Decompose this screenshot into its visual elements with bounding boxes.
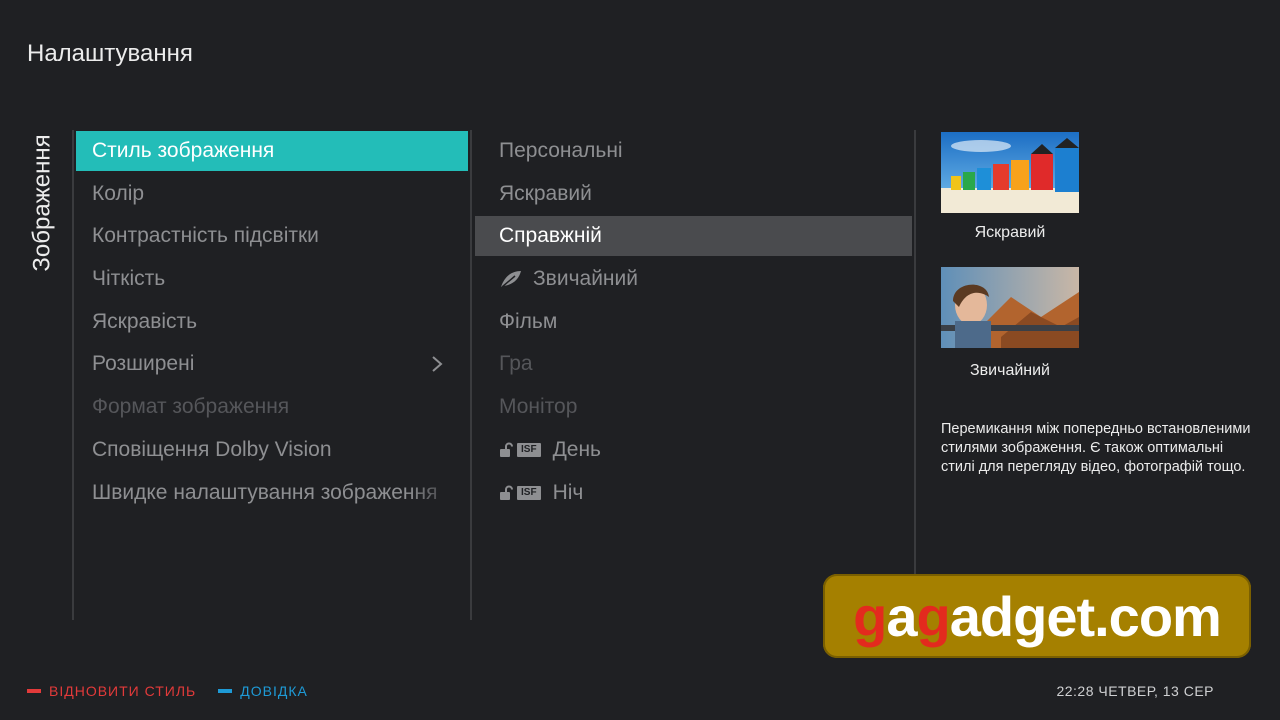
menu-item-advanced[interactable]: Розширені xyxy=(76,344,468,384)
style-options: Персональні Яскравий Справжній Звичайний… xyxy=(475,131,912,515)
menu-item-label: Швидке налаштування зображення xyxy=(92,480,438,504)
section-label-text: Зображення xyxy=(29,133,57,272)
option-label: Звичайний xyxy=(533,267,638,291)
watermark-part: g xyxy=(916,584,951,648)
watermark-part: a xyxy=(886,584,917,648)
option-day[interactable]: ISF День xyxy=(475,430,912,470)
menu-item-label: Розширені xyxy=(92,352,195,376)
watermark-part: adget.com xyxy=(949,584,1222,648)
option-personal[interactable]: Персональні xyxy=(475,131,912,171)
menu-item-dolby-vision-notification[interactable]: Сповіщення Dolby Vision xyxy=(76,430,468,470)
option-night[interactable]: ISF Ніч xyxy=(475,473,912,513)
option-movie[interactable]: Фільм xyxy=(475,302,912,342)
option-label: Персональні xyxy=(499,139,623,162)
isf-badge: ISF xyxy=(517,485,541,500)
menu-item-label: Стиль зображення xyxy=(92,139,275,162)
option-natural[interactable]: Справжній xyxy=(475,216,912,257)
menu-item-label: Контрастність підсвітки xyxy=(92,224,319,248)
divider-left xyxy=(72,130,74,620)
footer-actions: ВІДНОВИТИ СТИЛЬ ДОВІДКА xyxy=(27,683,330,699)
option-game: Гра xyxy=(475,344,912,384)
section-label: Зображення xyxy=(27,130,59,275)
menu-item-backlight-contrast[interactable]: Контрастність підсвітки xyxy=(76,216,468,256)
preview-caption-standard: Звичайний xyxy=(970,362,1050,379)
menu-item-label: Чіткість xyxy=(92,267,166,291)
option-standard[interactable]: Звичайний xyxy=(475,259,912,299)
chevron-right-icon xyxy=(432,356,443,373)
option-label: Яскравий xyxy=(499,181,592,205)
page-title: Налаштування xyxy=(27,40,193,67)
reset-style-button[interactable]: ВІДНОВИТИ СТИЛЬ xyxy=(27,683,196,699)
divider-middle xyxy=(470,130,472,620)
unlock-icon xyxy=(500,485,513,500)
menu-item-sharpness[interactable]: Чіткість xyxy=(76,259,468,299)
clock: 22:28 ЧЕТВЕР, 13 СЕР xyxy=(1056,683,1214,699)
blue-key-indicator xyxy=(218,689,233,693)
help-button[interactable]: ДОВІДКА xyxy=(218,683,308,699)
help-label: ДОВІДКА xyxy=(240,683,308,699)
red-key-indicator xyxy=(27,689,41,693)
watermark-part: g xyxy=(853,584,887,648)
text-fade xyxy=(408,472,468,513)
settings-menu: Стиль зображення Колір Контрастність під… xyxy=(76,131,468,515)
eco-leaf-icon xyxy=(501,271,521,288)
menu-item-label: Яскравість xyxy=(92,309,198,333)
menu-item-label: Сповіщення Dolby Vision xyxy=(92,437,332,461)
option-monitor: Монітор xyxy=(475,387,912,427)
menu-item-brightness[interactable]: Яскравість xyxy=(76,302,468,342)
option-label: Монітор xyxy=(499,395,578,419)
menu-item-picture-style[interactable]: Стиль зображення xyxy=(76,131,468,171)
preview-image-vivid xyxy=(941,132,1079,213)
menu-item-color[interactable]: Колір xyxy=(76,174,468,214)
style-description: Перемикання між попередньо встановленими… xyxy=(941,421,1251,475)
isf-badge: ISF xyxy=(517,442,541,457)
menu-item-picture-format: Формат зображення xyxy=(76,387,468,427)
watermark-logo: g a g adget.com xyxy=(823,574,1251,658)
preview-caption-vivid: Яскравий xyxy=(974,224,1046,241)
menu-item-label: Колір xyxy=(92,181,145,205)
option-label: Гра xyxy=(499,352,533,376)
reset-style-label: ВІДНОВИТИ СТИЛЬ xyxy=(49,683,197,699)
preview-image-standard xyxy=(941,267,1079,348)
menu-item-quick-picture-setup[interactable]: Швидке налаштування зображення xyxy=(76,472,468,513)
divider-right xyxy=(914,130,916,620)
option-label: Фільм xyxy=(499,309,558,333)
option-label: Справжній xyxy=(499,224,602,248)
option-vivid[interactable]: Яскравий xyxy=(475,174,912,214)
menu-item-label: Формат зображення xyxy=(92,395,290,419)
option-label: Ніч xyxy=(552,480,584,504)
option-label: День xyxy=(552,437,602,461)
unlock-icon xyxy=(500,442,513,457)
